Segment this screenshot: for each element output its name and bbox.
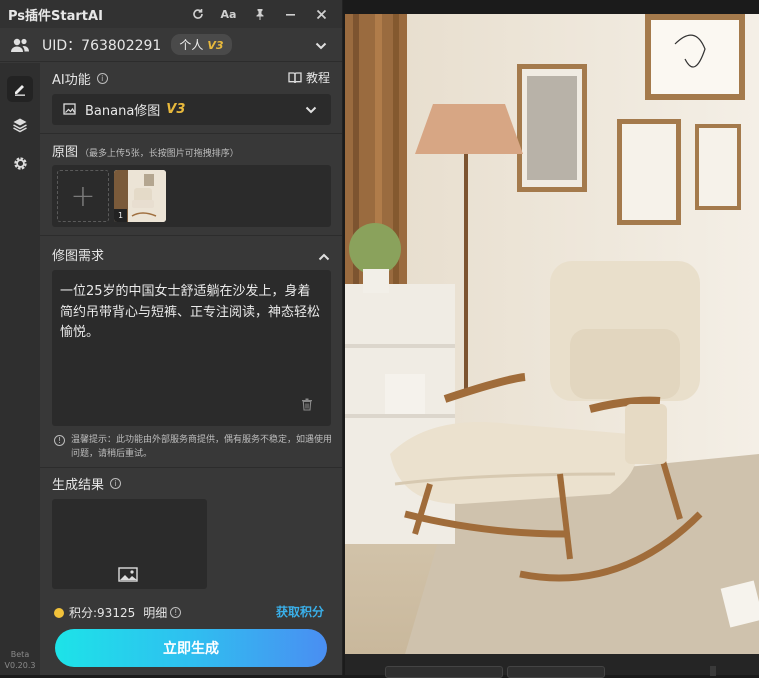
rail-item-edit[interactable] bbox=[0, 70, 40, 108]
divider bbox=[40, 235, 342, 236]
plan-badge: 个人 V3 bbox=[171, 34, 232, 55]
upload-area[interactable]: + 1 bbox=[52, 165, 331, 227]
refresh-icon[interactable] bbox=[182, 0, 213, 28]
thumb-index: 1 bbox=[114, 209, 127, 222]
trash-icon[interactable] bbox=[301, 398, 313, 419]
book-icon bbox=[288, 71, 302, 84]
plugin-panel: Ps插件StartAI Aa UID：763802291 个人 V3 Beta … bbox=[0, 0, 343, 675]
chevron-up-icon[interactable] bbox=[318, 247, 330, 266]
info-icon[interactable]: i bbox=[110, 478, 122, 489]
divider bbox=[40, 133, 342, 134]
edit-icon bbox=[7, 76, 33, 102]
image-placeholder-icon bbox=[118, 567, 138, 586]
chevron-down-icon[interactable] bbox=[315, 39, 327, 55]
chevron-down-icon bbox=[305, 104, 317, 119]
ai-function-label: AI功能 bbox=[52, 73, 91, 88]
user-bar[interactable]: UID：763802291 个人 V3 bbox=[0, 28, 342, 62]
canvas-bottom-bar bbox=[345, 654, 759, 678]
version-label: V0.20.3 bbox=[4, 661, 36, 670]
footer: 积分:93125 明细 ! 获取积分 立即生成 bbox=[40, 597, 342, 675]
request-text: 一位25岁的中国女士舒适躺在沙发上，身着简约吊带背心与短裤、正专注阅读，神态轻松… bbox=[60, 284, 321, 340]
bottom-tab[interactable] bbox=[385, 666, 503, 678]
result-preview bbox=[52, 499, 207, 589]
title-bar: Ps插件StartAI Aa bbox=[0, 0, 342, 28]
function-version: V3 bbox=[166, 102, 186, 117]
ai-function-header: AI功能 i bbox=[52, 69, 108, 88]
main-content: AI功能 i 教程 Banana修图 V3 原图 （最多上传5张，长按图片可拖拽… bbox=[40, 63, 342, 675]
font-size-icon[interactable]: Aa bbox=[213, 0, 244, 28]
points-detail-link[interactable]: 明细 bbox=[143, 604, 167, 621]
tutorial-link[interactable]: 教程 bbox=[288, 69, 330, 86]
info-icon[interactable]: ! bbox=[170, 607, 182, 618]
users-icon bbox=[10, 37, 30, 53]
info-icon: ! bbox=[54, 435, 65, 446]
divider bbox=[40, 467, 342, 468]
document-canvas[interactable] bbox=[345, 14, 759, 654]
image-edit-icon bbox=[63, 103, 77, 116]
points-label: 积分:93125 bbox=[69, 606, 136, 620]
coin-icon bbox=[54, 607, 64, 618]
add-image-button[interactable]: + bbox=[57, 170, 109, 222]
original-header: 原图 （最多上传5张，长按图片可拖拽排序） bbox=[52, 141, 239, 160]
plus-icon: + bbox=[70, 178, 96, 214]
pin-icon[interactable] bbox=[244, 0, 275, 28]
info-icon[interactable]: i bbox=[96, 73, 108, 84]
rail-item-settings[interactable] bbox=[0, 146, 40, 184]
result-header: 生成结果 i bbox=[52, 474, 122, 493]
generate-button[interactable]: 立即生成 bbox=[55, 629, 327, 667]
uid-label: UID：763802291 bbox=[42, 37, 162, 54]
original-hint: （最多上传5张，长按图片可拖拽排序） bbox=[80, 149, 239, 159]
bottom-tab[interactable] bbox=[507, 666, 605, 678]
selected-function: Banana修图 bbox=[85, 104, 161, 119]
points-info: 积分:93125 明细 ! bbox=[54, 604, 182, 621]
result-label: 生成结果 bbox=[52, 478, 105, 493]
plan-name: 个人 bbox=[179, 38, 204, 52]
get-points-link[interactable]: 获取积分 bbox=[276, 603, 324, 620]
minimize-icon[interactable] bbox=[275, 0, 306, 28]
ai-function-select[interactable]: Banana修图 V3 bbox=[52, 94, 331, 125]
service-notice: ! 温馨提示：此功能由外部服务商提供，偶有服务不稳定，如遇使用问题，请稍后重试。 bbox=[54, 433, 339, 461]
original-label: 原图 bbox=[52, 145, 79, 160]
request-header: 修图需求 bbox=[52, 245, 104, 264]
rail-item-layers[interactable] bbox=[0, 108, 40, 146]
layers-icon bbox=[12, 117, 28, 137]
image-thumbnail[interactable]: 1 bbox=[114, 170, 166, 222]
tutorial-label: 教程 bbox=[305, 71, 330, 85]
plan-version: V3 bbox=[207, 39, 224, 52]
side-rail: Beta V0.20.3 bbox=[0, 63, 40, 675]
notice-text: 温馨提示：此功能由外部服务商提供，偶有服务不稳定，如遇使用问题，请稍后重试。 bbox=[71, 435, 333, 459]
close-icon[interactable] bbox=[306, 0, 337, 28]
gear-icon bbox=[13, 156, 28, 175]
beta-label: Beta bbox=[10, 650, 30, 659]
version-info: Beta V0.20.3 bbox=[0, 649, 40, 671]
canvas-image bbox=[345, 14, 759, 654]
request-textarea[interactable]: 一位25岁的中国女士舒适躺在沙发上，身着简约吊带背心与短裤、正专注阅读，神态轻松… bbox=[52, 270, 331, 426]
request-label: 修图需求 bbox=[52, 249, 105, 264]
app-title: Ps插件StartAI bbox=[8, 8, 103, 24]
